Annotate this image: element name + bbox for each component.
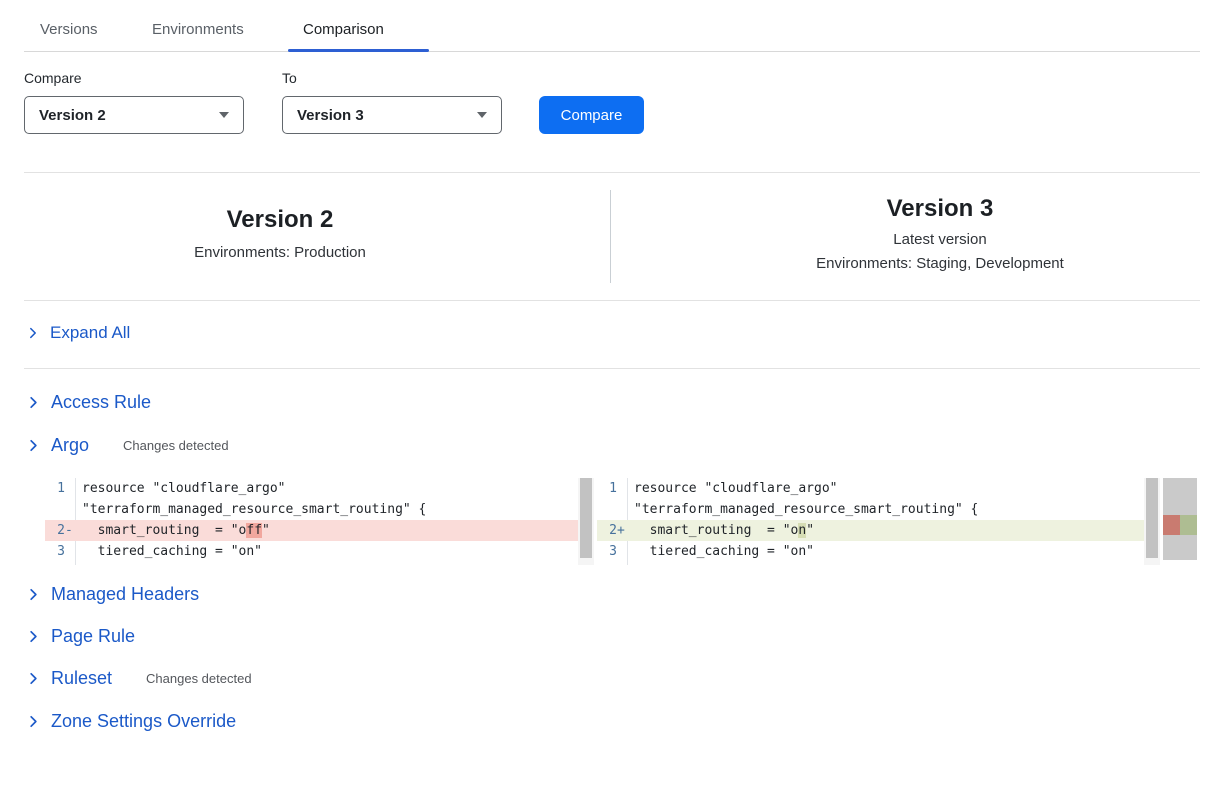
- tab-environments[interactable]: Environments: [152, 21, 244, 38]
- chevron-right-icon: [26, 714, 41, 729]
- chevron-down-icon: [477, 112, 487, 118]
- chevron-down-icon: [219, 112, 229, 118]
- expand-all-label: Expand All: [50, 323, 130, 343]
- code-line: 3 tiered_caching = "on": [45, 541, 578, 562]
- divider: [24, 172, 1200, 173]
- chevron-right-icon: [26, 326, 40, 340]
- ruler-added-mark: [1180, 515, 1197, 535]
- code-line-wrap: "terraform_managed_resource_smart_routin…: [45, 499, 578, 520]
- tab-versions[interactable]: Versions: [40, 21, 98, 38]
- code-line: 4}: [45, 562, 578, 565]
- section-label: Access Rule: [51, 392, 151, 413]
- ruler-removed-mark: [1163, 515, 1180, 535]
- section-label: Zone Settings Override: [51, 711, 236, 732]
- right-version-environments: Environments: Staging, Development: [660, 255, 1220, 272]
- code-line: 1resource "cloudflare_argo": [45, 478, 578, 499]
- changes-detected-badge: Changes detected: [146, 671, 252, 686]
- chevron-right-icon: [26, 438, 41, 453]
- comparison-page: Versions Environments Comparison Compare…: [0, 0, 1224, 788]
- diff-panel-left: 1resource "cloudflare_argo" "terraform_m…: [45, 478, 594, 565]
- chevron-right-icon: [26, 587, 41, 602]
- active-tab-underline: [288, 49, 429, 52]
- tabbar-divider: [24, 51, 1200, 52]
- diff-panel-right: 1resource "cloudflare_argo" "terraform_m…: [597, 478, 1160, 565]
- section-page-rule[interactable]: Page Rule: [26, 626, 135, 647]
- section-argo[interactable]: Argo Changes detected: [26, 435, 229, 456]
- compare-version-value: Version 2: [39, 107, 219, 124]
- divider: [24, 368, 1200, 369]
- compare-button[interactable]: Compare: [539, 96, 644, 134]
- code-line-wrap: "terraform_managed_resource_smart_routin…: [597, 499, 1144, 520]
- divider: [24, 300, 1200, 301]
- to-field-label: To: [282, 70, 297, 86]
- right-version-title: Version 3: [660, 195, 1220, 223]
- left-version-header: Version 2 Environments: Production: [60, 206, 500, 261]
- section-access-rule[interactable]: Access Rule: [26, 392, 151, 413]
- scrollbar-thumb[interactable]: [580, 478, 592, 558]
- section-label: Argo: [51, 435, 89, 456]
- section-label: Managed Headers: [51, 584, 199, 605]
- code-line: 3 tiered_caching = "on": [597, 541, 1144, 562]
- left-version-environments: Environments: Production: [60, 244, 500, 261]
- code-line: 1resource "cloudflare_argo": [597, 478, 1144, 499]
- code-line-added: 2+ smart_routing = "on": [597, 520, 1144, 541]
- chevron-right-icon: [26, 671, 41, 686]
- code-line: 4}: [597, 562, 1144, 565]
- right-diff-scrollbar[interactable]: [1144, 478, 1160, 565]
- changes-detected-badge: Changes detected: [123, 438, 229, 453]
- section-label: Page Rule: [51, 626, 135, 647]
- diff-overview-ruler: [1163, 478, 1197, 560]
- scrollbar-thumb[interactable]: [1146, 478, 1158, 558]
- section-managed-headers[interactable]: Managed Headers: [26, 584, 199, 605]
- code-line-removed: 2- smart_routing = "off": [45, 520, 578, 541]
- removed-word-highlight: ff: [246, 523, 262, 538]
- left-diff-scrollbar[interactable]: [578, 478, 594, 565]
- chevron-right-icon: [26, 395, 41, 410]
- compare-version-select[interactable]: Version 2: [24, 96, 244, 134]
- to-version-select[interactable]: Version 3: [282, 96, 502, 134]
- section-ruleset[interactable]: Ruleset Changes detected: [26, 668, 252, 689]
- section-zone-settings-override[interactable]: Zone Settings Override: [26, 711, 236, 732]
- expand-all-button[interactable]: Expand All: [26, 323, 130, 343]
- tab-comparison[interactable]: Comparison: [303, 21, 384, 38]
- left-version-title: Version 2: [60, 206, 500, 234]
- chevron-right-icon: [26, 629, 41, 644]
- column-divider: [610, 190, 611, 283]
- compare-field-label: Compare: [24, 70, 82, 86]
- right-version-subtitle: Latest version: [660, 231, 1220, 248]
- to-version-value: Version 3: [297, 107, 477, 124]
- section-label: Ruleset: [51, 668, 112, 689]
- right-version-header: Version 3 Latest version Environments: S…: [660, 195, 1220, 272]
